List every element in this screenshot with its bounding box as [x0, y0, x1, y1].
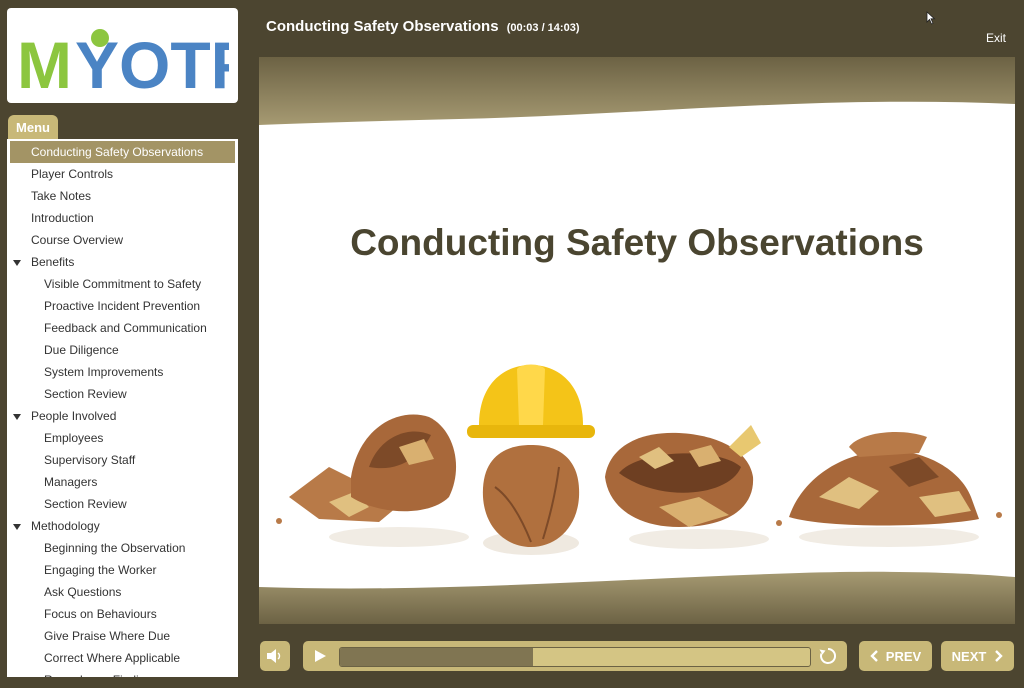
slide: Conducting Safety Observations: [259, 57, 1015, 624]
menu-item-label: Due Diligence: [44, 343, 119, 357]
menu-item-label: System Improvements: [44, 365, 164, 379]
menu-item-label: Correct Where Applicable: [44, 651, 181, 665]
play-icon[interactable]: [312, 648, 328, 664]
progress-fill: [340, 648, 533, 666]
menu-item-label: Record your Findings: [44, 673, 158, 677]
menu-item[interactable]: System Improvements: [7, 361, 238, 383]
menu-item-label: Visible Commitment to Safety: [44, 277, 202, 291]
menu-item[interactable]: Correct Where Applicable: [7, 647, 238, 669]
menu-item-label: Engaging the Worker: [44, 563, 157, 577]
menu-item[interactable]: Feedback and Communication: [7, 317, 238, 339]
menu-item[interactable]: Beginning the Observation: [7, 537, 238, 559]
menu-item-label: Ask Questions: [44, 585, 122, 599]
menu-item-label: Section Review: [44, 387, 127, 401]
menu-item[interactable]: Managers: [7, 471, 238, 493]
menu-item-label: Conducting Safety Observations: [31, 145, 204, 159]
menu-panel: Conducting Safety Observations Player Con…: [7, 139, 238, 677]
next-label: NEXT: [951, 648, 987, 664]
expand-triangle-icon[interactable]: [13, 260, 21, 266]
menu-item[interactable]: Give Praise Where Due: [7, 625, 238, 647]
progress-track[interactable]: [339, 647, 811, 667]
menu-item-label: Methodology: [31, 519, 100, 533]
menu-item[interactable]: Employees: [7, 427, 238, 449]
menu-item-label: Proactive Incident Prevention: [44, 299, 201, 313]
walnuts-hardhat-image: [276, 364, 1002, 555]
playback-bar: [303, 641, 847, 671]
menu-item-label: Course Overview: [31, 233, 124, 247]
course-title: Conducting Safety Observations (00:03 / …: [266, 18, 579, 35]
prev-button[interactable]: PREV: [859, 641, 932, 671]
menu-item[interactable]: Proactive Incident Prevention: [7, 295, 238, 317]
menu-item[interactable]: Ask Questions: [7, 581, 238, 603]
speaker-icon: [267, 649, 281, 663]
menu-item-label: Player Controls: [31, 167, 114, 181]
volume-button[interactable]: [260, 641, 290, 671]
menu-item-label: Supervisory Staff: [44, 453, 136, 467]
menu-item[interactable]: Player Controls: [7, 163, 238, 185]
menu-item[interactable]: Record your Findings: [7, 669, 238, 677]
menu-item-label: Introduction: [31, 211, 94, 225]
menu-item-label: Benefits: [31, 255, 75, 269]
menu-item[interactable]: People Involved: [7, 405, 238, 427]
menu-item-label: Take Notes: [31, 189, 92, 203]
menu-item[interactable]: Section Review: [7, 493, 238, 515]
menu-item[interactable]: Introduction: [7, 207, 238, 229]
menu-item-active[interactable]: Conducting Safety Observations: [10, 141, 235, 163]
expand-triangle-icon[interactable]: [13, 524, 21, 530]
next-button[interactable]: NEXT: [941, 641, 1014, 671]
menu-item[interactable]: Visible Commitment to Safety: [7, 273, 238, 295]
chevron-right-icon: [995, 650, 1004, 662]
menu-item-label: Focus on Behaviours: [44, 607, 157, 621]
expand-triangle-icon[interactable]: [13, 414, 21, 420]
menu-item-label: People Involved: [31, 409, 117, 423]
menu-item-label: Feedback and Communication: [44, 321, 207, 335]
logo: M YOTF: [7, 8, 238, 103]
menu-item-label: Section Review: [44, 497, 127, 511]
mouse-cursor-icon: [926, 11, 936, 25]
menu-item[interactable]: Supervisory Staff: [7, 449, 238, 471]
chevron-left-icon: [870, 650, 878, 662]
menu-item[interactable]: Section Review: [7, 383, 238, 405]
course-title-text: Conducting Safety Observations: [266, 18, 499, 35]
svg-text:M: M: [17, 28, 72, 96]
menu-item[interactable]: Course Overview: [7, 229, 238, 251]
menu-item-label: Give Praise Where Due: [44, 629, 171, 643]
menu-item[interactable]: Engaging the Worker: [7, 559, 238, 581]
exit-button[interactable]: Exit: [986, 31, 1006, 45]
svg-text:YOTF: YOTF: [75, 28, 229, 96]
menu-item-label: Beginning the Observation: [44, 541, 186, 555]
menu-item-label: Employees: [44, 431, 104, 445]
menu-tab[interactable]: Menu: [8, 115, 58, 140]
menu-item[interactable]: Methodology: [7, 515, 238, 537]
menu-item[interactable]: Take Notes: [7, 185, 238, 207]
prev-label: PREV: [885, 648, 922, 664]
replay-icon[interactable]: [818, 646, 838, 666]
slide-title: Conducting Safety Observations: [350, 222, 924, 263]
elapsed-time: (00:03 / 14:03): [506, 22, 580, 34]
menu-item[interactable]: Benefits: [7, 251, 238, 273]
myotf-logo: M YOTF: [17, 28, 229, 96]
menu-item[interactable]: Due Diligence: [7, 339, 238, 361]
menu-item-label: Managers: [44, 475, 98, 489]
menu-item[interactable]: Focus on Behaviours: [7, 603, 238, 625]
